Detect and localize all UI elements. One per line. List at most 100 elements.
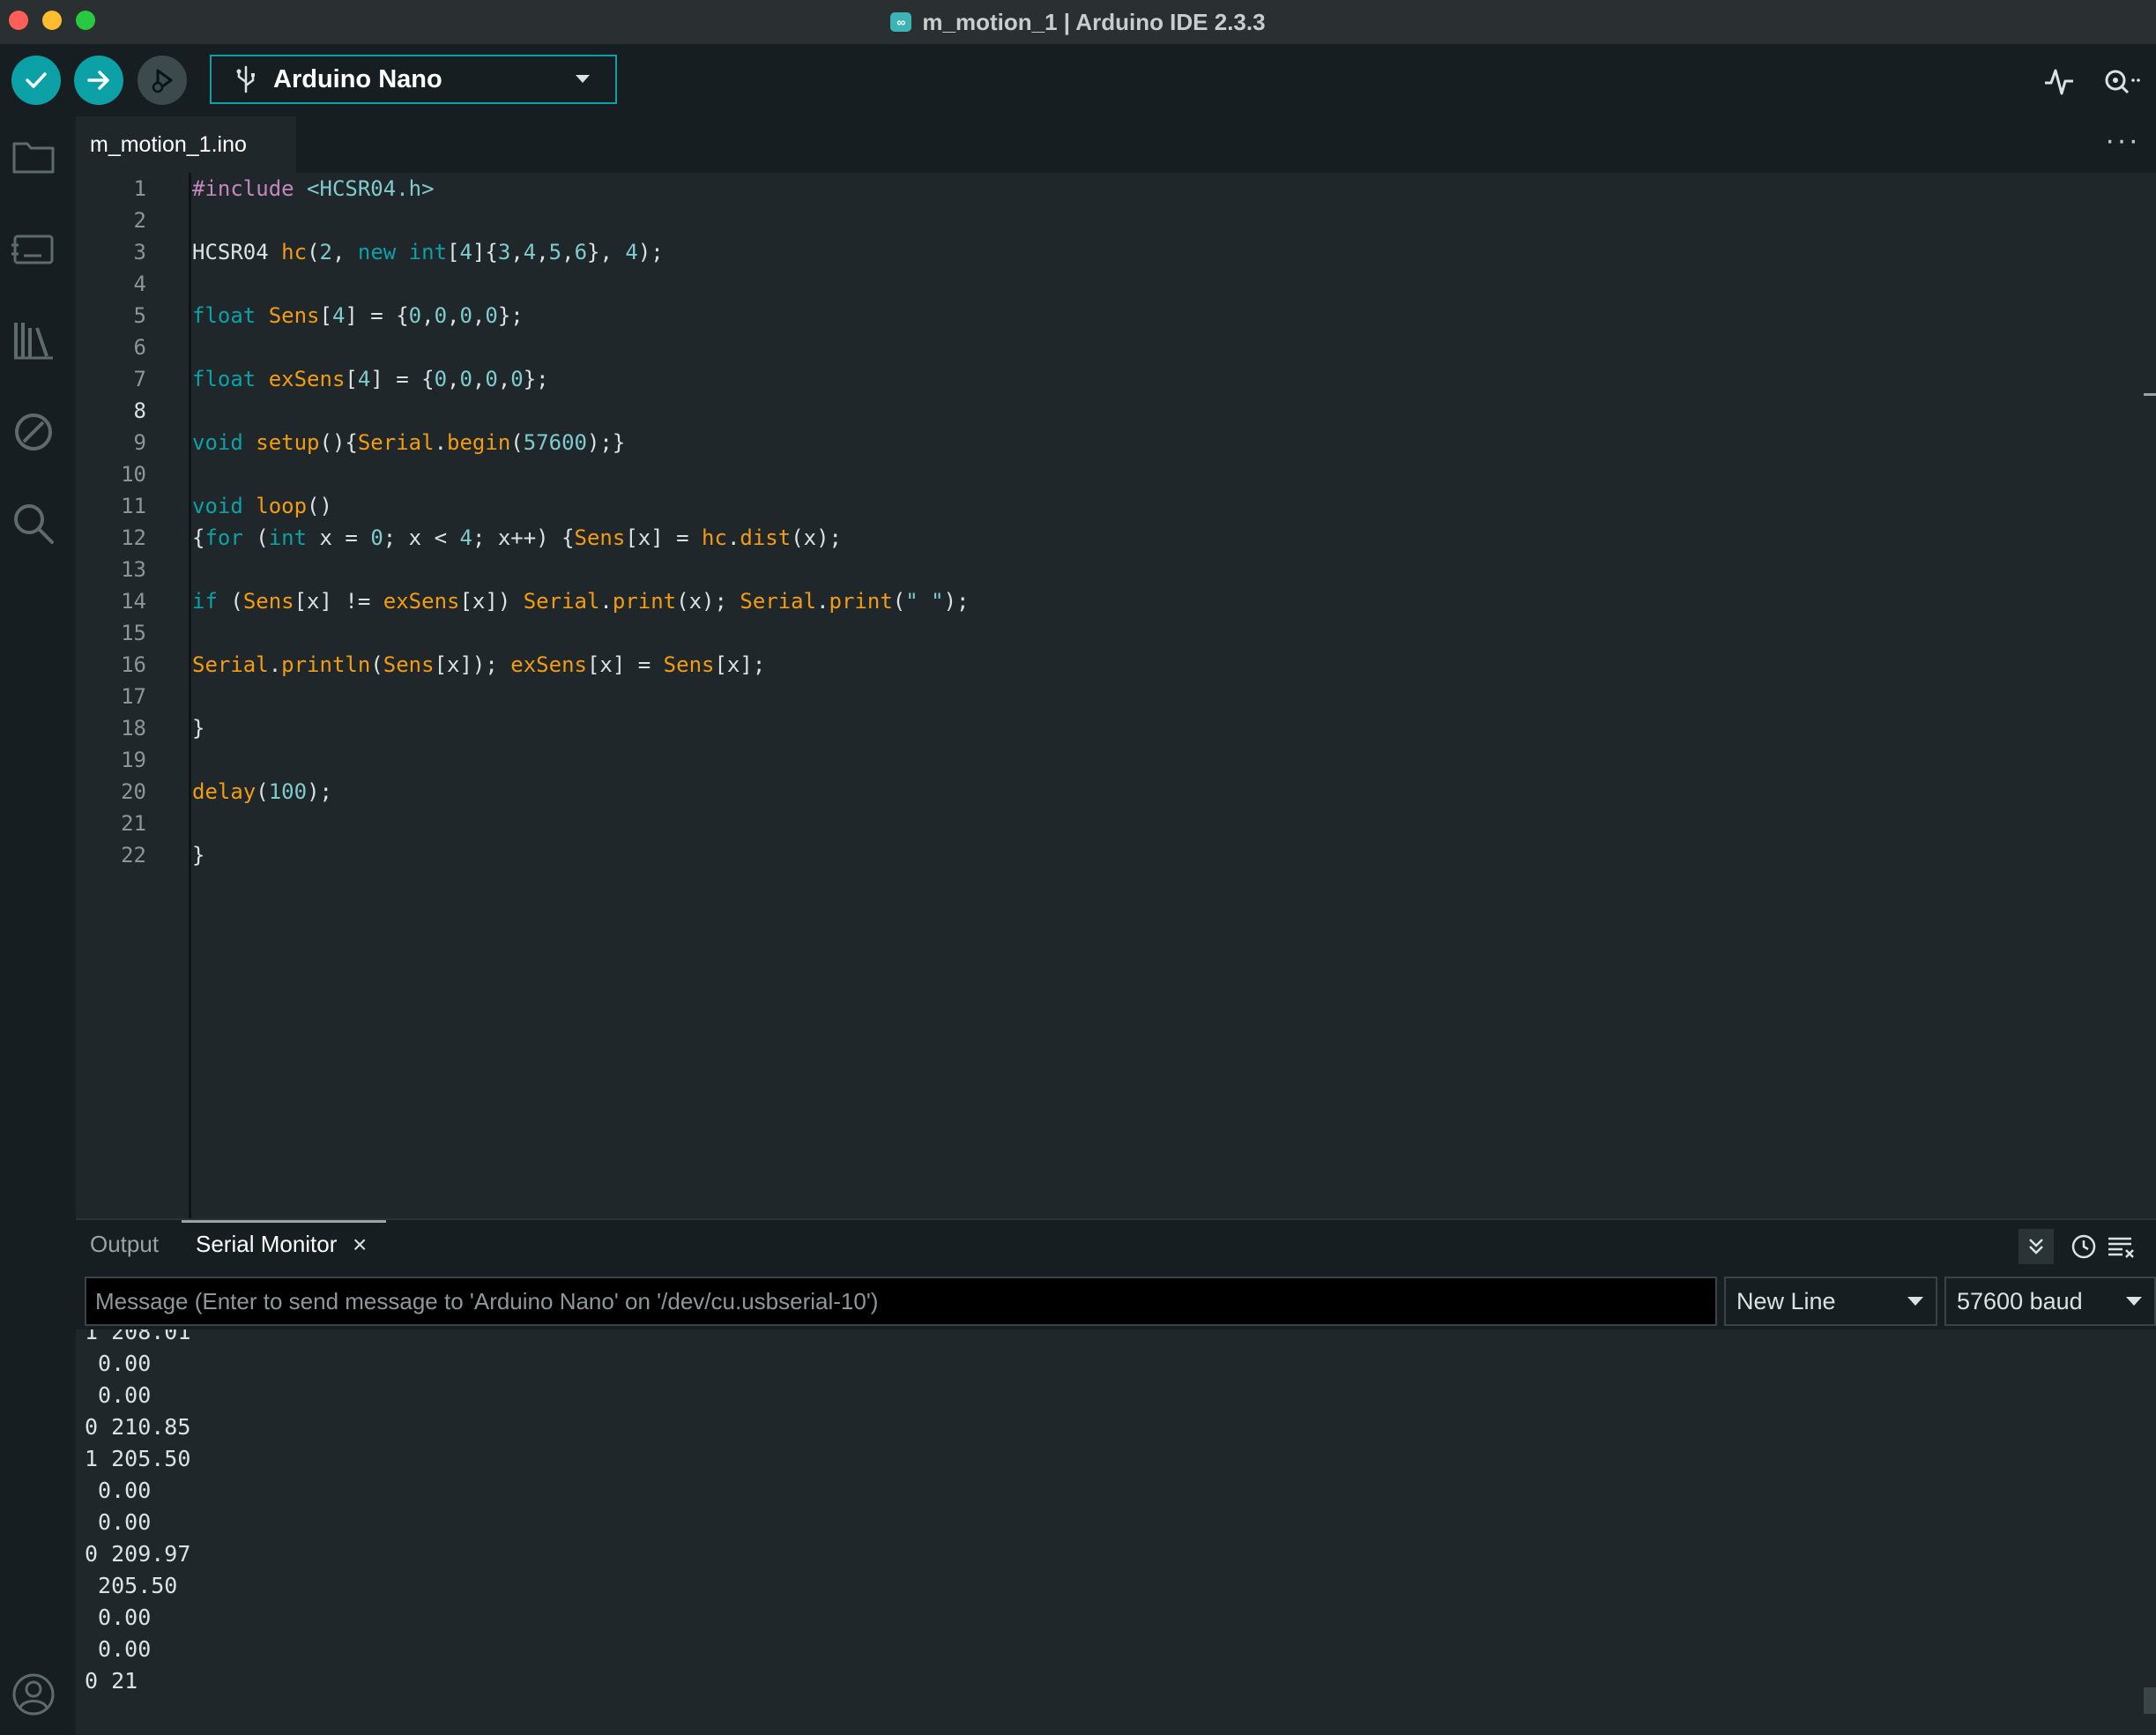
- line-number: 10: [121, 462, 146, 487]
- serial-plotter-button[interactable]: [2040, 62, 2078, 101]
- serial-output[interactable]: 1 208.01 0.00 0.00 0 210.85 1 205.50 0.00 …: [76, 1329, 2156, 1735]
- window-title-group: ∞ m_motion_1 | Arduino IDE 2.3.3: [890, 8, 1266, 36]
- no-entry-icon: [15, 413, 52, 451]
- boards-manager-button[interactable]: [11, 226, 56, 272]
- serial-output-line: 0.00: [85, 1351, 152, 1376]
- code-line[interactable]: void loop(): [192, 494, 332, 518]
- code-line[interactable]: if (Sens[x] != exSens[x]) Serial.print(x…: [192, 589, 970, 614]
- line-number: 15: [121, 621, 146, 645]
- close-window-button[interactable]: [9, 11, 28, 30]
- code-line[interactable]: float Sens[4] = {0,0,0,0};: [192, 303, 524, 328]
- line-ending-value: New Line: [1736, 1287, 1836, 1314]
- line-number: 6: [133, 335, 146, 360]
- serial-message-input[interactable]: [85, 1277, 1717, 1326]
- code-line[interactable]: {for (int x = 0; x < 4; x++) {Sens[x] = …: [192, 525, 842, 550]
- board-selector[interactable]: Arduino Nano: [210, 55, 617, 104]
- serial-output-line: 0.00: [85, 1636, 152, 1662]
- library-icon: [14, 323, 53, 360]
- overview-ruler-marker: [2144, 393, 2156, 396]
- code-editor[interactable]: 1 2 3 4 5 6 7 8 9 10 11 12 13 14 15 16 17 18 19 20 21 22 #inc…: [76, 173, 2156, 1218]
- library-manager-button[interactable]: [11, 317, 56, 363]
- window-title: m_motion_1 | Arduino IDE 2.3.3: [922, 8, 1266, 35]
- serial-output-line: 0 210.85: [85, 1414, 191, 1440]
- chevron-down-icon: [1907, 1297, 1923, 1306]
- code-line[interactable]: void setup(){Serial.begin(57600);}: [192, 430, 625, 455]
- zoom-window-button[interactable]: [76, 11, 95, 30]
- toggle-timestamp-button[interactable]: [2066, 1229, 2101, 1264]
- line-number: 5: [133, 303, 146, 328]
- usb-icon: [236, 65, 255, 93]
- serial-output-line: 0.00: [85, 1478, 152, 1503]
- serial-output-line: 1 205.50: [85, 1446, 191, 1471]
- clear-output-button[interactable]: [2103, 1229, 2138, 1264]
- account-button[interactable]: [11, 1672, 56, 1717]
- file-tab-label: m_motion_1.ino: [90, 131, 247, 157]
- code-line[interactable]: Serial.println(Sens[x]); exSens[x] = Sen…: [192, 652, 765, 677]
- serial-output-line: 0.00: [85, 1382, 152, 1408]
- serial-output-line: 0 21: [85, 1668, 138, 1694]
- board-icon: [11, 235, 54, 264]
- line-number: 19: [121, 748, 146, 772]
- toolbar: Arduino Nano: [0, 46, 2156, 116]
- baud-rate-value: 57600 baud: [1957, 1287, 2083, 1314]
- file-tab[interactable]: m_motion_1.ino: [76, 116, 296, 173]
- tab-serial-monitor[interactable]: Serial Monitor: [196, 1231, 337, 1258]
- arduino-ide-window: ∞ m_motion_1 | Arduino IDE 2.3.3 Arduino…: [0, 0, 2156, 1735]
- chevron-down-icon: [2126, 1297, 2142, 1306]
- line-number: 1: [133, 176, 146, 201]
- search-icon: [14, 504, 54, 544]
- more-actions-button[interactable]: ···: [2105, 123, 2140, 158]
- activity-sidebar: [0, 116, 67, 1735]
- line-number: 9: [133, 430, 146, 455]
- tab-output[interactable]: Output: [90, 1231, 159, 1258]
- debug-button[interactable]: [138, 56, 187, 105]
- line-number: 20: [121, 779, 146, 804]
- line-number-gutter: 1 2 3 4 5 6 7 8 9 10 11 12 13 14 15 16 17 18 19 20 21 22: [76, 173, 191, 1218]
- serial-output-line: 1 208.01: [85, 1329, 191, 1344]
- code-line[interactable]: delay(100);: [192, 779, 332, 804]
- code-line[interactable]: float exSens[4] = {0,0,0,0};: [192, 367, 549, 391]
- line-number: 12: [121, 525, 146, 550]
- line-number: 22: [121, 843, 146, 868]
- upload-button[interactable]: [74, 56, 123, 105]
- clock-icon: [2071, 1234, 2096, 1259]
- code-line[interactable]: }: [192, 716, 204, 741]
- baud-rate-select[interactable]: 57600 baud: [1944, 1277, 2156, 1326]
- scrollbar-thumb[interactable]: [2144, 1687, 2156, 1714]
- verify-button[interactable]: [11, 56, 61, 105]
- check-icon: [26, 72, 47, 88]
- board-name: Arduino Nano: [273, 64, 442, 93]
- line-number: 11: [121, 494, 146, 518]
- minimize-window-button[interactable]: [42, 11, 62, 30]
- close-serial-monitor-button[interactable]: ×: [353, 1231, 367, 1259]
- code-line[interactable]: #include <HCSR04.h>: [192, 176, 435, 201]
- line-number: 17: [121, 684, 146, 709]
- account-icon: [12, 1673, 55, 1716]
- arrow-right-icon: [87, 71, 109, 90]
- active-tab-indicator: [182, 1220, 386, 1223]
- editor-tab-bar: m_motion_1.ino ···: [76, 116, 2156, 173]
- line-number: 8: [133, 398, 146, 423]
- line-number: 3: [133, 240, 146, 264]
- line-number: 21: [121, 811, 146, 836]
- window-controls: [9, 11, 95, 30]
- sketchbook-button[interactable]: [11, 134, 56, 180]
- folder-icon: [12, 142, 55, 174]
- serial-monitor-button[interactable]: [2101, 62, 2140, 101]
- arduino-logo-icon: ∞: [890, 12, 912, 32]
- line-number: 13: [121, 557, 146, 582]
- line-number: 16: [121, 652, 146, 677]
- ellipsis-icon: ···: [2105, 123, 2140, 157]
- serial-output-line: 0.00: [85, 1605, 152, 1630]
- line-number: 4: [133, 272, 146, 296]
- debugger-icon: [152, 69, 173, 93]
- chevron-down-icon: [576, 75, 590, 83]
- code-line[interactable]: HCSR04 hc(2, new int[4]{3,4,5,6}, 4);: [192, 240, 664, 264]
- debug-panel-button[interactable]: [11, 409, 56, 455]
- line-ending-select[interactable]: New Line: [1724, 1277, 1937, 1326]
- double-chevron-down-icon: [2029, 1239, 2043, 1255]
- code-line[interactable]: }: [192, 843, 204, 868]
- line-number: 7: [133, 367, 146, 391]
- search-button[interactable]: [11, 501, 56, 547]
- toggle-autoscroll-button[interactable]: [2018, 1229, 2054, 1264]
